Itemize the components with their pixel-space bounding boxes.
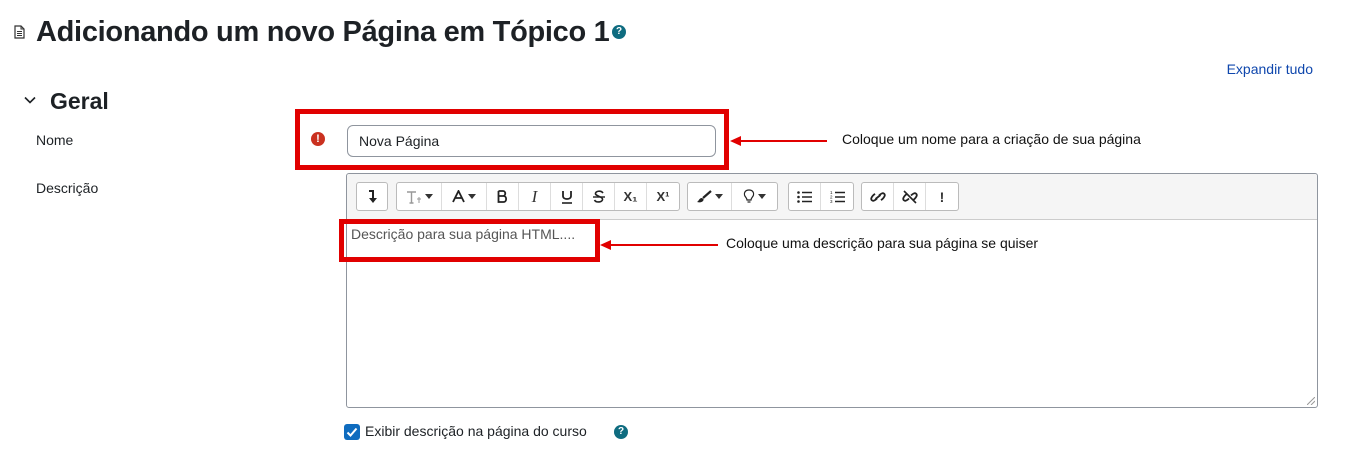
toggle-toolbar-button[interactable]: [357, 183, 387, 210]
highlight-button[interactable]: [688, 183, 732, 210]
editor-toolbar: I X₁ X¹ 1 2 3 !: [347, 174, 1317, 220]
show-description-label[interactable]: Exibir descrição na página do curso: [365, 423, 587, 439]
page-icon: [14, 25, 25, 39]
numbered-list-icon: 1 2 3: [830, 190, 845, 203]
bold-icon: [497, 190, 508, 203]
unlink-icon: [901, 189, 918, 204]
lightbulb-icon: [743, 189, 755, 203]
font-icon: [452, 190, 465, 203]
arrow-left-icon: [600, 240, 718, 250]
page-title: Adicionando um novo Página em Tópico 1: [36, 16, 610, 48]
accessibility-checker-button[interactable]: !: [926, 183, 958, 210]
name-annotation: Coloque um nome para a criação de sua pá…: [842, 131, 1141, 147]
bullet-list-icon: [797, 190, 812, 203]
superscript-button[interactable]: X¹: [647, 183, 679, 210]
underline-button[interactable]: [551, 183, 583, 210]
arrow-left-icon: [730, 136, 827, 146]
help-icon[interactable]: ?: [614, 425, 628, 439]
description-annotation: Coloque uma descrição para sua página se…: [726, 235, 1039, 251]
help-icon[interactable]: ?: [612, 25, 626, 39]
subscript-button[interactable]: X₁: [615, 183, 647, 210]
strikethrough-icon: [592, 189, 605, 203]
unlink-button[interactable]: [894, 183, 926, 210]
svg-text:3: 3: [830, 199, 833, 203]
description-label: Descrição: [36, 180, 99, 196]
ordered-list-button[interactable]: 1 2 3: [821, 183, 853, 210]
strikethrough-button[interactable]: [583, 183, 615, 210]
highlight-box-name: [295, 109, 729, 170]
tips-button[interactable]: [732, 183, 777, 210]
brush-icon: [697, 190, 712, 203]
unordered-list-button[interactable]: [789, 183, 821, 210]
expand-all-link[interactable]: Expandir tudo: [1227, 61, 1313, 77]
bold-button[interactable]: [487, 183, 519, 210]
resize-handle-icon[interactable]: [1307, 397, 1315, 405]
chevron-down-icon[interactable]: [22, 92, 38, 108]
checkmark-icon: [346, 427, 358, 437]
arrow-down-icon: [369, 189, 377, 203]
underline-icon: [561, 190, 572, 204]
description-editor[interactable]: I X₁ X¹ 1 2 3 ! Descrição para sua págin…: [346, 173, 1318, 408]
section-title: Geral: [50, 88, 109, 114]
link-icon: [869, 191, 886, 202]
name-label: Nome: [36, 132, 74, 148]
text-style-icon: [406, 190, 421, 204]
paragraph-styles-button[interactable]: [397, 183, 442, 210]
show-description-checkbox[interactable]: [344, 424, 360, 440]
highlight-box-description: [339, 219, 600, 262]
link-button[interactable]: [862, 183, 894, 210]
italic-button[interactable]: I: [519, 183, 551, 210]
font-color-button[interactable]: [442, 183, 487, 210]
